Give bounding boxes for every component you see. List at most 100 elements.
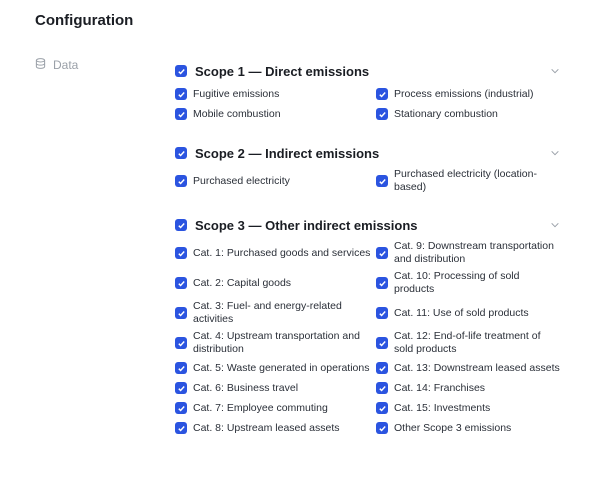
list-item[interactable]: Cat. 6: Business travel (175, 380, 376, 396)
list-item[interactable]: Cat. 9: Downstream transportation and di… (376, 240, 561, 266)
item-label: Cat. 6: Business travel (193, 381, 299, 394)
item-label: Cat. 4: Upstream transportation and dist… (193, 330, 360, 355)
list-item[interactable]: Stationary combustion (376, 106, 561, 122)
item-label: Purchased electricity (location-based) (394, 168, 537, 193)
item-checkbox[interactable] (175, 175, 187, 187)
list-item[interactable]: Other Scope 3 emissions (376, 420, 561, 436)
scope-3-header[interactable]: Scope 3 — Other indirect emissions (175, 212, 561, 238)
scope-group: Scope 1 — Direct emissions Fugitive emis… (175, 58, 561, 122)
item-checkbox[interactable] (376, 175, 388, 187)
scope-1-header[interactable]: Scope 1 — Direct emissions (175, 58, 561, 84)
sidebar-item-data[interactable]: Data (35, 58, 78, 72)
checkmark-icon (177, 340, 185, 347)
item-label: Process emissions (industrial) (394, 87, 534, 100)
page-title: Configuration (35, 12, 134, 29)
checkmark-icon (177, 425, 185, 432)
list-item[interactable]: Cat. 5: Waste generated in operations (175, 360, 376, 376)
scope-2-checkbox[interactable] (175, 147, 187, 159)
item-label: Cat. 8: Upstream leased assets (193, 421, 340, 434)
list-item[interactable]: Process emissions (industrial) (376, 86, 561, 102)
scope-3-checkbox[interactable] (175, 219, 187, 231)
scope-2-items: Purchased electricity Purchased electric… (175, 168, 561, 194)
item-checkbox[interactable] (376, 337, 388, 349)
list-item[interactable]: Cat. 7: Employee commuting (175, 400, 376, 416)
checkmark-icon (378, 111, 386, 118)
scope-1-items: Fugitive emissions Process emissions (in… (175, 86, 561, 122)
item-checkbox[interactable] (175, 307, 187, 319)
chevron-down-icon[interactable] (549, 147, 561, 159)
checkmark-icon (378, 340, 386, 347)
checkmark-icon (378, 365, 386, 372)
list-item[interactable]: Fugitive emissions (175, 86, 376, 102)
item-label: Stationary combustion (394, 107, 498, 120)
item-checkbox[interactable] (376, 307, 388, 319)
scope-group: Scope 2 — Indirect emissions Purchased e… (175, 140, 561, 194)
item-checkbox[interactable] (376, 277, 388, 289)
checkmark-icon (177, 91, 185, 98)
scope-1-checkbox[interactable] (175, 65, 187, 77)
item-checkbox[interactable] (376, 362, 388, 374)
list-item[interactable]: Cat. 13: Downstream leased assets (376, 360, 561, 376)
scope-group: Scope 3 — Other indirect emissions Cat. … (175, 212, 561, 436)
checkmark-icon (378, 250, 386, 257)
item-checkbox[interactable] (376, 422, 388, 434)
list-item[interactable]: Mobile combustion (175, 106, 376, 122)
list-item[interactable]: Cat. 3: Fuel- and energy-related activit… (175, 300, 376, 326)
item-label: Cat. 12: End-of-life treatment of sold p… (394, 330, 541, 355)
checkmark-icon (378, 91, 386, 98)
list-item[interactable]: Purchased electricity (175, 168, 376, 194)
item-label: Cat. 11: Use of sold products (394, 306, 529, 319)
chevron-down-icon[interactable] (549, 65, 561, 77)
list-item[interactable]: Cat. 4: Upstream transportation and dist… (175, 330, 376, 356)
item-label: Purchased electricity (193, 174, 290, 187)
item-label: Cat. 3: Fuel- and energy-related activit… (193, 300, 342, 325)
scope-3-title: Scope 3 — Other indirect emissions (195, 217, 418, 233)
database-icon (35, 58, 46, 72)
scope-2-header[interactable]: Scope 2 — Indirect emissions (175, 140, 561, 166)
item-checkbox[interactable] (175, 362, 187, 374)
checkmark-icon (177, 385, 185, 392)
item-label: Mobile combustion (193, 107, 281, 120)
checkmark-icon (378, 425, 386, 432)
item-label: Cat. 1: Purchased goods and services (193, 246, 371, 259)
item-checkbox[interactable] (376, 382, 388, 394)
list-item[interactable]: Cat. 11: Use of sold products (376, 300, 561, 326)
list-item[interactable]: Cat. 12: End-of-life treatment of sold p… (376, 330, 561, 356)
checkmark-icon (177, 68, 185, 75)
checkmark-icon (378, 385, 386, 392)
item-checkbox[interactable] (175, 277, 187, 289)
item-checkbox[interactable] (175, 108, 187, 120)
chevron-down-icon[interactable] (549, 219, 561, 231)
list-item[interactable]: Cat. 2: Capital goods (175, 270, 376, 296)
checkmark-icon (378, 405, 386, 412)
list-item[interactable]: Cat. 15: Investments (376, 400, 561, 416)
item-label: Cat. 15: Investments (394, 401, 491, 414)
checkmark-icon (177, 365, 185, 372)
item-checkbox[interactable] (376, 247, 388, 259)
item-checkbox[interactable] (175, 382, 187, 394)
list-item[interactable]: Purchased electricity (location-based) (376, 168, 561, 194)
item-checkbox[interactable] (175, 422, 187, 434)
list-item[interactable]: Cat. 8: Upstream leased assets (175, 420, 376, 436)
list-item[interactable]: Cat. 10: Processing of sold products (376, 270, 561, 296)
checkmark-icon (378, 178, 386, 185)
checkmark-icon (378, 310, 386, 317)
item-checkbox[interactable] (376, 108, 388, 120)
item-checkbox[interactable] (175, 402, 187, 414)
checkmark-icon (177, 222, 185, 229)
item-checkbox[interactable] (376, 88, 388, 100)
list-item[interactable]: Cat. 1: Purchased goods and services (175, 240, 376, 266)
scope-3-items: Cat. 1: Purchased goods and services Cat… (175, 240, 561, 436)
item-label: Cat. 2: Capital goods (193, 276, 292, 289)
checkmark-icon (177, 310, 185, 317)
item-label: Cat. 13: Downstream leased assets (394, 361, 560, 374)
checkmark-icon (177, 150, 185, 157)
item-checkbox[interactable] (175, 88, 187, 100)
list-item[interactable]: Cat. 14: Franchises (376, 380, 561, 396)
item-label: Cat. 7: Employee commuting (193, 401, 328, 414)
item-checkbox[interactable] (376, 402, 388, 414)
item-checkbox[interactable] (175, 337, 187, 349)
item-label: Cat. 9: Downstream transportation and di… (394, 240, 554, 265)
item-checkbox[interactable] (175, 247, 187, 259)
checkmark-icon (177, 250, 185, 257)
